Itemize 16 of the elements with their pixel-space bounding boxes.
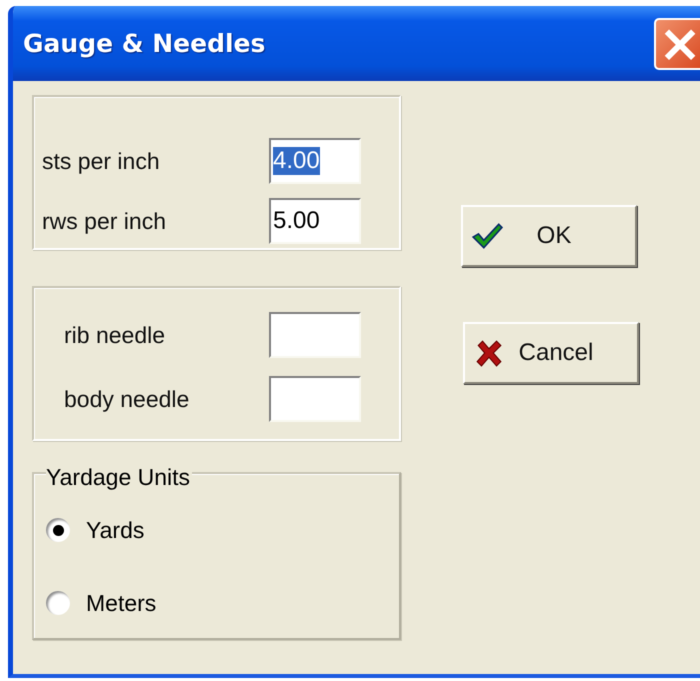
dialog-button[interactable]: Cancel bbox=[463, 322, 639, 384]
input-field[interactable] bbox=[269, 312, 361, 358]
field-label: sts per inch bbox=[42, 148, 160, 174]
input-field[interactable]: 5.00 bbox=[269, 198, 361, 244]
field-label: rib needle bbox=[63, 322, 166, 348]
window-title: Gauge & Needles bbox=[23, 29, 266, 58]
field-label: rws per inch bbox=[42, 208, 166, 234]
radio-label[interactable]: Meters bbox=[86, 590, 156, 616]
dialog-button[interactable]: OK bbox=[461, 205, 637, 267]
input-field[interactable]: 4.00 bbox=[269, 138, 361, 184]
input-field[interactable] bbox=[269, 376, 361, 422]
field-label: body needle bbox=[63, 386, 190, 412]
radio-label[interactable]: Yards bbox=[86, 516, 144, 544]
radio-button[interactable] bbox=[46, 591, 70, 615]
check-icon bbox=[471, 222, 503, 250]
radio-button[interactable] bbox=[46, 518, 70, 542]
